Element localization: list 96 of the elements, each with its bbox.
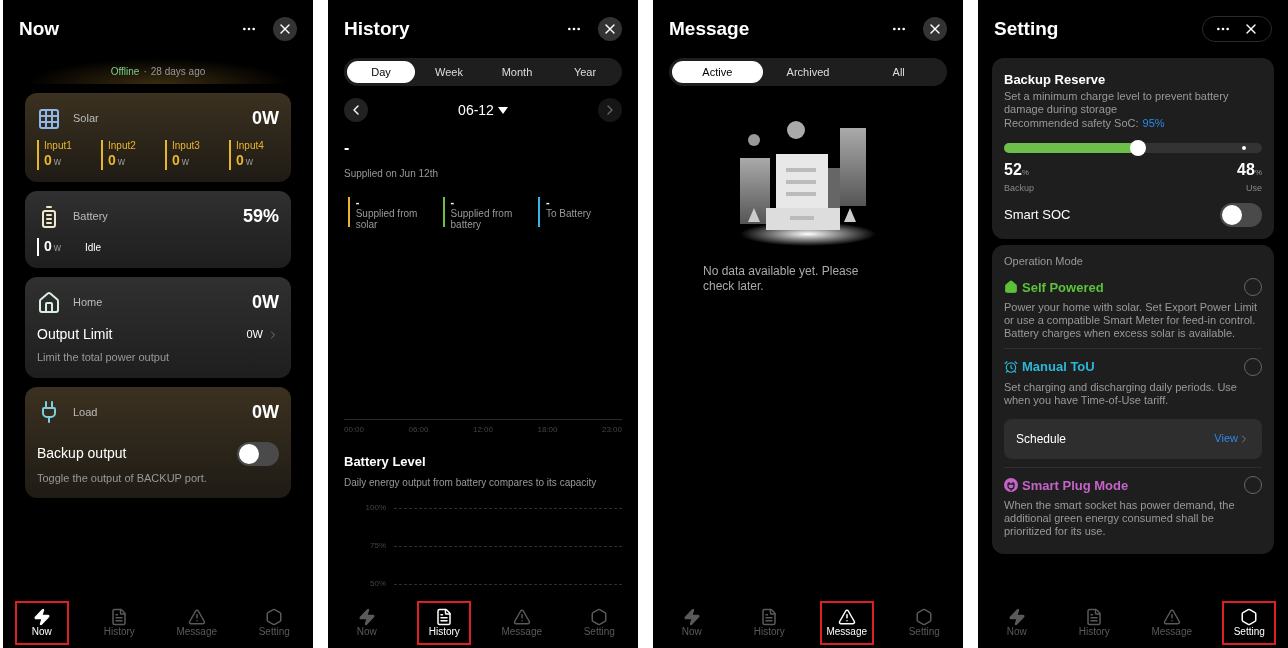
segment-tab[interactable]: Active [672, 61, 763, 83]
segment-tab[interactable]: Day [347, 61, 415, 83]
card-title: Operation Mode [1004, 254, 1084, 269]
segment-tab[interactable]: All [853, 61, 944, 83]
input-reading: Input4 0w [229, 140, 279, 170]
backup-label: Backup [1004, 181, 1035, 195]
settings-icon [265, 608, 284, 626]
warning-icon [512, 608, 531, 626]
connection-status: Offline [110, 64, 140, 79]
output-limit-button[interactable]: 0W [246, 326, 279, 343]
setting-label: Smart SOC [1004, 206, 1071, 225]
battery-state: Idle [85, 240, 102, 255]
setting-description: Toggle the output of BACKUP port. [37, 470, 208, 486]
nav-tab[interactable]: Now [14, 601, 69, 645]
axis-label: 75% [369, 540, 386, 552]
empty-state-message: No data available yet. Please check later. [702, 264, 860, 294]
card-value: 0W [252, 291, 279, 314]
toggle-switch[interactable] [1220, 203, 1262, 227]
legend-label: Supplied from battery [450, 208, 514, 230]
warning-icon [837, 608, 856, 626]
card-title: Backup Reserve [1004, 71, 1107, 89]
mode-title: Smart Plug Mode [1022, 476, 1129, 495]
legend-value: - [450, 197, 456, 208]
warning-icon [1162, 608, 1181, 626]
input-reading: Input2 0w [101, 140, 151, 170]
legend-value: - [546, 197, 551, 208]
card-label: Solar [73, 111, 100, 127]
setting-label: Output Limit [37, 325, 113, 344]
section-description: Daily energy output from battery compares to its capacity [344, 476, 598, 490]
card-value: 0W [252, 107, 279, 130]
battery-power-reading: 0w [37, 238, 62, 256]
total-caption: Supplied on Jun 12th [344, 167, 439, 181]
card-value: 0W [252, 400, 279, 424]
settings-icon [590, 608, 609, 626]
settings-icon [915, 608, 934, 626]
card-value: 59% [242, 205, 279, 228]
mode-description: When the smart socket has power demand, the additional green energy consumed shall be prioritized for its use. [1004, 499, 1236, 538]
segment-tab[interactable]: Year [551, 61, 619, 83]
last-seen-text: 28 days ago [150, 64, 206, 79]
legend-value: - [355, 197, 361, 208]
section-title: Battery Level [344, 452, 427, 471]
screen-title: Setting [994, 16, 1059, 41]
use-label: Use [1246, 181, 1262, 195]
slider-thumb[interactable] [1130, 139, 1147, 156]
lightning-icon [357, 608, 376, 626]
document-icon [435, 608, 454, 626]
document-icon [110, 608, 129, 626]
mode-title: Self Powered [1022, 278, 1104, 297]
mode-title: Manual ToU [1022, 358, 1095, 376]
house-icon [1004, 280, 1018, 295]
nav-tab[interactable]: History [417, 601, 472, 645]
lightning-icon [682, 608, 701, 626]
use-percent: 48% [1237, 160, 1262, 180]
input-reading: Input1 0w [37, 140, 87, 170]
plug-badge-icon [1004, 478, 1018, 493]
close-button[interactable] [598, 17, 622, 41]
segment-tab[interactable]: Month [483, 61, 551, 83]
segment-tab[interactable]: Week [415, 61, 483, 83]
screen-title: History [344, 16, 410, 41]
screen-title: Now [19, 16, 60, 41]
separator-dot: · [143, 64, 147, 79]
total-value: - [344, 138, 351, 158]
nav-tab[interactable]: Setting [1222, 601, 1277, 645]
document-icon [1085, 608, 1104, 626]
recommendation-text: Recommended safety SoC: [1004, 115, 1139, 131]
close-button[interactable] [923, 17, 947, 41]
legend-label: To Battery [546, 208, 592, 219]
settings-icon [1240, 608, 1259, 626]
caret-down-icon [497, 106, 508, 114]
card-label: Battery [73, 209, 109, 225]
legend-label: Supplied from solar [355, 208, 419, 230]
toggle-switch[interactable] [237, 441, 279, 466]
date-picker[interactable]: 06-12 [458, 99, 508, 121]
screen-title: Message [669, 16, 750, 41]
warning-icon [187, 608, 206, 626]
lightning-icon [32, 608, 51, 626]
nav-tab[interactable]: Message [819, 601, 874, 645]
previous-day-button[interactable] [344, 98, 368, 122]
axis-label: 12:00 [472, 423, 493, 436]
recommended-value: 95% [1142, 115, 1165, 131]
alarm-clock-icon [1004, 359, 1018, 374]
house-icon [37, 290, 61, 315]
segment-tab[interactable]: Archived [762, 61, 854, 83]
lightning-icon [1007, 608, 1026, 626]
setting-label: Backup output [37, 444, 127, 463]
document-icon [760, 608, 779, 626]
mode-description: Set charging and discharging daily periods. Use when you have Time-of-Use tariff. [1004, 380, 1238, 407]
card-description: Set a minimum charge level to prevent battery damage during storage [1004, 89, 1230, 116]
backup-percent: 52% [1004, 160, 1030, 180]
setting-description: Limit the total power output [37, 350, 171, 365]
input-reading: Input3 0w [165, 140, 215, 170]
mode-description: Power your home with solar. Set Export Power Limit or use a compatible Smart Meter for feed-in control. Battery charges when excess solar is available. [1004, 301, 1259, 340]
card-label: Load [73, 404, 99, 420]
schedule-row[interactable]: Schedule View [1004, 418, 1262, 459]
card-label: Home [73, 295, 104, 311]
close-button[interactable] [273, 17, 297, 41]
